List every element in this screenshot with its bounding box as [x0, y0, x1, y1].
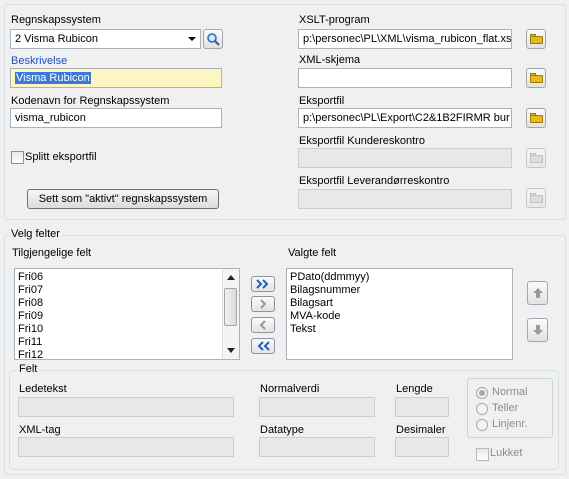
search-icon	[207, 33, 220, 46]
available-field-item[interactable]: Fri09	[15, 310, 239, 323]
beskrivelse-value: Visma Rubicon	[15, 72, 91, 84]
folder-icon	[529, 73, 543, 83]
selected-fields-label: Valgte felt	[288, 247, 337, 259]
arrow-up-icon	[532, 288, 543, 298]
eksportfil-label: Eksportfil	[299, 95, 345, 107]
selected-fields-list[interactable]: PDato(ddmmyy) Bilagsnummer Bilagsart MVA-ko…	[286, 268, 513, 360]
move-down-button[interactable]	[527, 318, 548, 342]
radio-normal-label: Normal	[492, 386, 528, 398]
folder-icon	[529, 193, 543, 203]
available-field-item[interactable]: Fri06	[15, 271, 239, 284]
lukket-label: Lukket	[490, 447, 523, 459]
leverandor-label: Eksportfil Leverandørreskontro	[299, 175, 450, 187]
kodenavn-value: visma_rubicon	[15, 112, 86, 124]
selected-field-item[interactable]: MVA-kode	[287, 310, 512, 323]
splitt-eksportfil-label: Splitt eksportfil	[25, 151, 97, 163]
xml-schema-label: XML-skjema	[299, 54, 361, 66]
lukket-checkbox	[476, 448, 489, 461]
eksportfil-value: p:\personec\PL\Export\C2&1B2FIRMR bur	[303, 112, 510, 124]
double-chevron-right-icon	[256, 279, 269, 289]
eksportfil-input[interactable]: p:\personec\PL\Export\C2&1B2FIRMR bur	[298, 108, 512, 128]
datatype-select	[259, 437, 375, 457]
ledetekst-label: Ledetekst	[19, 383, 67, 395]
move-all-left-button[interactable]	[251, 338, 275, 354]
splitt-eksportfil-checkbox[interactable]	[11, 151, 24, 164]
kundereskontro-input	[298, 148, 512, 168]
regnskapssystem-value: 2 Visma Rubicon	[15, 33, 98, 45]
arrow-down-icon	[532, 325, 543, 335]
radio-linjenr	[476, 419, 488, 431]
kundereskontro-label: Eksportfil Kundereskontro	[299, 135, 425, 147]
desimaler-label: Desimaler	[396, 424, 446, 436]
available-fields-scrollbar[interactable]	[222, 269, 239, 359]
selected-field-item[interactable]: PDato(ddmmyy)	[287, 271, 512, 284]
xslt-browse-button[interactable]	[526, 29, 546, 49]
available-field-item[interactable]: Fri10	[15, 323, 239, 336]
move-left-button[interactable]	[251, 317, 275, 333]
regnskapssystem-label: Regnskapssystem	[11, 14, 101, 26]
lengde-label: Lengde	[396, 383, 433, 395]
radio-teller	[476, 403, 488, 415]
move-right-button[interactable]	[251, 296, 275, 312]
lengde-input	[395, 397, 449, 417]
velg-felter-legend: Velg felter	[9, 228, 62, 240]
chevron-down-icon	[188, 37, 196, 41]
datatype-label: Datatype	[260, 424, 305, 436]
felt-legend: Felt	[17, 363, 40, 375]
available-field-item[interactable]: Fri07	[15, 284, 239, 297]
normalverdi-input	[259, 397, 375, 417]
available-field-item[interactable]: Fri11	[15, 336, 239, 349]
activate-system-button[interactable]: Sett som "aktivt" regnskapssystem	[27, 189, 219, 209]
scrollbar-thumb[interactable]	[224, 288, 237, 326]
kodenavn-input[interactable]: visma_rubicon	[10, 108, 222, 128]
selected-field-item[interactable]: Bilagsnummer	[287, 284, 512, 297]
leverandor-input	[298, 189, 512, 209]
xml-schema-browse-button[interactable]	[526, 68, 546, 88]
beskrivelse-label: Beskrivelse	[11, 55, 68, 67]
xml-tag-input	[18, 437, 234, 457]
scroll-up-icon[interactable]	[227, 275, 235, 280]
selected-field-item[interactable]: Tekst	[287, 323, 512, 336]
xml-tag-label: XML-tag	[19, 424, 61, 436]
double-chevron-left-icon	[257, 341, 270, 351]
radio-normal	[476, 387, 488, 399]
radio-teller-label: Teller	[492, 402, 519, 414]
ledetekst-input	[18, 397, 234, 417]
desimaler-input	[395, 437, 449, 457]
eksportfil-browse-button[interactable]	[526, 108, 546, 128]
leverandor-browse-button	[526, 188, 546, 208]
available-fields-list[interactable]: Fri06 Fri07 Fri08 Fri09 Fri10 Fri11 Fri12	[14, 268, 240, 360]
available-fields-label: Tilgjengelige felt	[12, 247, 92, 259]
available-field-item[interactable]: Fri08	[15, 297, 239, 310]
regnskapssystem-select[interactable]: 2 Visma Rubicon	[10, 29, 201, 49]
xslt-input[interactable]: p:\personec\PL\XML\visma_rubicon_flat.xs…	[298, 29, 512, 49]
scroll-down-icon[interactable]	[227, 348, 235, 353]
search-button[interactable]	[203, 29, 223, 49]
kundereskontro-browse-button	[526, 148, 546, 168]
folder-icon	[529, 113, 543, 123]
beskrivelse-input[interactable]: Visma Rubicon	[10, 68, 222, 88]
move-up-button[interactable]	[527, 281, 548, 305]
kodenavn-label: Kodenavn for Regnskapssystem	[11, 95, 170, 107]
folder-icon	[529, 153, 543, 163]
folder-icon	[529, 34, 543, 44]
radio-linjenr-label: Linjenr.	[492, 418, 528, 430]
normalverdi-label: Normalverdi	[260, 383, 320, 395]
available-field-item[interactable]: Fri12	[15, 349, 239, 359]
chevron-left-icon	[259, 320, 266, 330]
move-all-right-button[interactable]	[251, 276, 275, 292]
xslt-label: XSLT-program	[299, 14, 370, 26]
xslt-value: p:\personec\PL\XML\visma_rubicon_flat.xs…	[303, 33, 512, 45]
chevron-right-icon	[260, 299, 267, 309]
selected-field-item[interactable]: Bilagsart	[287, 297, 512, 310]
xml-schema-input[interactable]	[298, 68, 512, 88]
